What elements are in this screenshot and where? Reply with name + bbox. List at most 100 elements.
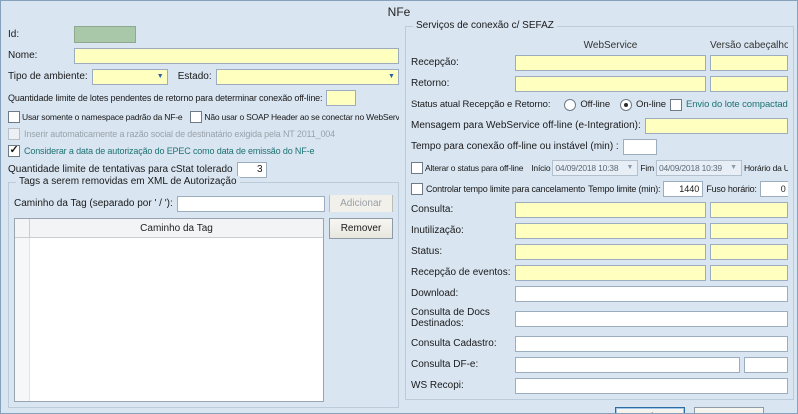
consulta-cadastro-webservice-input[interactable] [515, 336, 788, 352]
docs-destinados-webservice-input[interactable] [515, 311, 788, 327]
ws-recopi-webservice-input[interactable] [515, 378, 788, 394]
window-title: NFe [388, 5, 411, 19]
tags-group: Tags a serem removidas em XML de Autoriz… [8, 182, 399, 408]
fuso-horario-input[interactable] [760, 181, 788, 197]
estado-select[interactable]: ▼ [216, 69, 399, 85]
epec-checkbox-label: Considerar a data de autorização do EPEC… [24, 146, 314, 156]
recepcao-eventos-row: Recepção de eventos: [411, 264, 788, 281]
alterar-status-checkbox[interactable] [411, 162, 423, 174]
consulta-label: Consulta: [411, 204, 511, 215]
consulta-dfe-row: Consulta DF-e: [411, 356, 788, 373]
tipo-ambiente-label: Tipo de ambiente: [8, 71, 88, 82]
consulta-versao-input[interactable] [710, 202, 788, 218]
retorno-label: Retorno: [411, 78, 511, 89]
nfe-window: NFe Id: Nome: Tipo de ambiente: ▼ Estado… [0, 0, 798, 414]
titlebar[interactable]: NFe [1, 1, 797, 23]
recepcao-row: Recepção: [411, 54, 788, 71]
status-label: Status: [411, 246, 511, 257]
controlar-tempo-row: Controlar tempo limite para cancelamento… [411, 180, 788, 197]
namespace-soap-row: Usar somente o namespace padrão da NF-e … [8, 110, 399, 124]
retorno-row: Retorno: [411, 75, 788, 92]
recepcao-versao-input[interactable] [710, 55, 788, 71]
ws-recopi-label: WS Recopi: [411, 380, 511, 391]
tempo-conexao-input[interactable] [623, 139, 657, 155]
recepcao-eventos-label: Recepção de eventos: [411, 267, 511, 278]
sefaz-group: Serviços de conexão c/ SEFAZ WebService … [405, 26, 794, 400]
inutilizacao-webservice-input[interactable] [515, 223, 706, 239]
fim-datetime-value: 04/09/2018 10:39 [659, 163, 722, 173]
horario-uf-label: Horário da UF [744, 163, 788, 173]
right-panel: Serviços de conexão c/ SEFAZ WebService … [405, 26, 794, 414]
id-value-box [74, 26, 136, 43]
recepcao-eventos-versao-input[interactable] [710, 265, 788, 281]
consulta-dfe-label: Consulta DF-e: [411, 359, 511, 370]
envio-compactado-checkbox[interactable] [670, 99, 682, 111]
inutilizacao-versao-input[interactable] [710, 223, 788, 239]
offline-radio-label: Off-line [580, 99, 610, 110]
row-header-cell [15, 219, 30, 237]
consulta-cadastro-label: Consulta Cadastro: [411, 338, 511, 349]
retorno-versao-input[interactable] [710, 76, 788, 92]
fuso-horario-label: Fuso horário: [706, 184, 756, 194]
sefaz-column-headers: WebService Versão cabeçalho [411, 39, 788, 52]
tags-table-column-title: Caminho da Tag [30, 219, 323, 237]
cstat-input[interactable] [237, 162, 267, 178]
tags-table-body[interactable] [15, 238, 323, 401]
epec-row: Considerar a data de autorização do EPEC… [8, 144, 399, 158]
caminho-tag-label: Caminho da Tag (separado por ' / '): [14, 198, 173, 209]
nome-input[interactable] [74, 48, 399, 64]
chevron-down-icon: ▼ [728, 164, 739, 171]
recepcao-webservice-input[interactable] [515, 55, 706, 71]
tipo-ambiente-select[interactable]: ▼ [92, 69, 168, 85]
remover-button[interactable]: Remover [329, 218, 393, 239]
adicionar-button: Adicionar [329, 195, 393, 212]
cstat-label: Quantidade limite de tentativas para cSt… [8, 164, 233, 175]
tempo-conexao-label: Tempo para conexão off-line ou instável … [411, 141, 619, 152]
tags-group-title: Tags a serem removidas em XML de Autoriz… [16, 176, 240, 187]
footer-buttons: Fechar Gravar [405, 407, 794, 414]
caminho-tag-input[interactable] [177, 196, 325, 212]
row-header-strip [15, 238, 30, 401]
consulta-dfe-webservice-input[interactable] [515, 357, 740, 373]
webservice-column-header: WebService [515, 40, 706, 51]
envio-compactado-label: Envio do lote compactado [686, 99, 788, 110]
download-label: Download: [411, 288, 511, 299]
tags-table-area: Caminho da Tag Remover [14, 218, 393, 402]
soap-header-checkbox-label: Não usar o SOAP Header ao se conectar no… [204, 112, 399, 122]
status-atual-row: Status atual Recepção e Retorno: Off-lin… [411, 96, 788, 113]
lotes-limite-input[interactable] [326, 90, 356, 106]
inicio-datetime-value: 04/09/2018 10:38 [555, 163, 618, 173]
alterar-status-row: Alterar o status para off-line Início 04… [411, 159, 788, 176]
consulta-row: Consulta: [411, 201, 788, 218]
left-panel: Id: Nome: Tipo de ambiente: ▼ Estado: ▼ … [8, 26, 399, 408]
tags-table[interactable]: Caminho da Tag [14, 218, 324, 402]
status-webservice-input[interactable] [515, 244, 706, 260]
namespace-checkbox[interactable] [8, 111, 20, 123]
inutilizacao-row: Inutilização: [411, 222, 788, 239]
retorno-webservice-input[interactable] [515, 76, 706, 92]
razao-social-checkbox-label: Inserir automaticamente a razão social d… [24, 129, 335, 139]
offline-radio[interactable] [564, 99, 576, 111]
gravar-button[interactable]: Gravar [694, 407, 764, 414]
fechar-button[interactable]: Fechar [615, 407, 685, 414]
sefaz-group-title: Serviços de conexão c/ SEFAZ [413, 20, 557, 31]
recepcao-eventos-webservice-input[interactable] [515, 265, 706, 281]
inicio-datetime-picker: 04/09/2018 10:38 ▼ [552, 160, 638, 176]
consulta-dfe-extra-input[interactable] [744, 357, 788, 373]
fim-label: Fim [640, 163, 654, 173]
online-radio[interactable] [620, 99, 632, 111]
consulta-webservice-input[interactable] [515, 202, 706, 218]
chevron-down-icon: ▼ [385, 73, 398, 80]
controlar-tempo-label: Controlar tempo limite para cancelamento [426, 184, 585, 194]
epec-checkbox[interactable] [8, 145, 20, 157]
online-radio-label: On-line [636, 99, 666, 110]
chevron-down-icon: ▼ [154, 73, 167, 80]
mensagem-offline-input[interactable] [645, 118, 788, 134]
status-versao-input[interactable] [710, 244, 788, 260]
tempo-limite-input[interactable] [663, 181, 703, 197]
inicio-label: Início [531, 163, 550, 173]
download-webservice-input[interactable] [515, 286, 788, 302]
controlar-tempo-checkbox[interactable] [411, 183, 423, 195]
mensagem-offline-label: Mensagem para WebService off-line (e-Int… [411, 120, 641, 131]
soap-header-checkbox[interactable] [190, 111, 202, 123]
